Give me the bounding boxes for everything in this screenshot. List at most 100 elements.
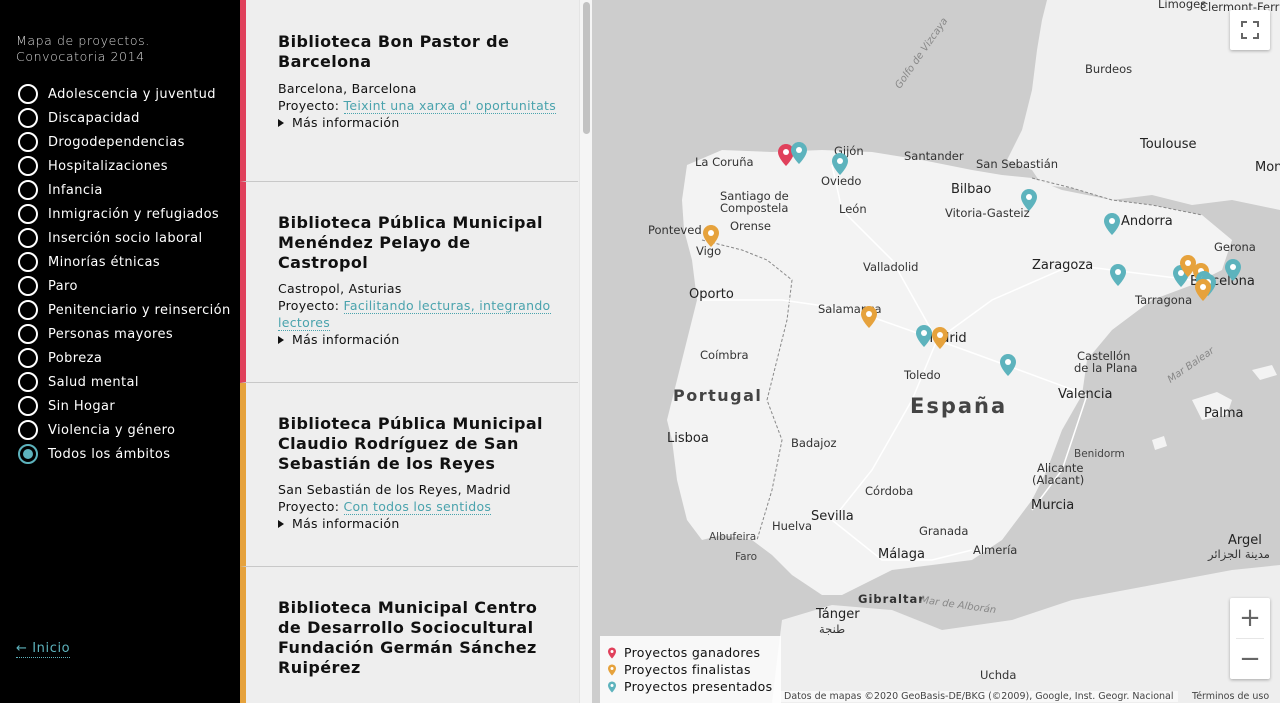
map-label-faro: Faro [735, 551, 758, 563]
project-location: Barcelona, Barcelona [278, 81, 417, 96]
pin-red-icon [608, 647, 616, 658]
map-pin-finalista[interactable] [861, 306, 877, 328]
map-label-almeria: Almería [973, 543, 1018, 557]
filter-label: Inmigración y refugiados [48, 206, 220, 222]
zoom-out-button[interactable]: − [1230, 639, 1270, 679]
map-label-granada: Granada [919, 524, 969, 538]
map-label-vitoria: Vitoria-Gasteiz [945, 206, 1030, 220]
filter-item-hospitalizaciones[interactable]: Hospitalizaciones [18, 154, 231, 178]
project-line: Proyecto: Teixint una xarxa d' oportunit… [278, 97, 558, 114]
radio-icon[interactable] [18, 252, 38, 272]
filter-item-inmigracion[interactable]: Inmigración y refugiados [18, 202, 231, 226]
map-label-oporto: Oporto [689, 287, 734, 302]
filter-item-personas-mayores[interactable]: Personas mayores [18, 322, 231, 346]
project-list: Biblioteca Bon Pastor de Barcelona Barce… [240, 0, 592, 703]
scrollbar-thumb[interactable] [583, 2, 590, 134]
filter-label: Adolescencia y juventud [48, 86, 216, 102]
filter-label: Hospitalizaciones [48, 158, 168, 174]
map-label-benidorm: Benidorm [1074, 448, 1125, 460]
more-info-toggle[interactable]: Más información [278, 331, 558, 348]
radio-icon[interactable] [18, 204, 38, 224]
filter-item-drogodependencias[interactable]: Drogodependencias [18, 130, 231, 154]
radio-icon[interactable] [18, 228, 38, 248]
home-link[interactable]: ← Inicio [16, 641, 71, 658]
filter-item-infancia[interactable]: Infancia [18, 178, 231, 202]
project-card: Biblioteca Municipal Centro de Desarroll… [240, 567, 578, 703]
project-location: Castropol, Asturias [278, 281, 402, 296]
map-label-toulouse: Toulouse [1140, 137, 1197, 152]
filter-item-violencia[interactable]: Violencia y género [18, 418, 231, 442]
page-title-line1: Mapa de proyectos. [16, 33, 150, 48]
map-label-leon: León [839, 202, 867, 216]
radio-icon[interactable] [18, 84, 38, 104]
project-title: Biblioteca Bon Pastor de Barcelona [278, 32, 510, 71]
map-label-argel: Argel [1228, 533, 1262, 548]
radio-icon[interactable] [18, 300, 38, 320]
map-label-zaragoza: Zaragoza [1032, 258, 1094, 273]
radio-icon[interactable] [18, 156, 38, 176]
map-pin-finalista[interactable] [932, 327, 948, 349]
project-card: Biblioteca Pública Municipal Menéndez Pe… [240, 182, 578, 383]
filter-item-discapacidad[interactable]: Discapacidad [18, 106, 231, 130]
map-pin-presentado[interactable] [1110, 264, 1126, 286]
radio-icon[interactable] [18, 276, 38, 296]
more-info-toggle[interactable]: Más información [278, 515, 558, 532]
fullscreen-button[interactable] [1230, 10, 1270, 50]
map-pin-presentado[interactable] [1225, 259, 1241, 281]
map-pin-presentado[interactable] [1104, 213, 1120, 235]
scrollbar[interactable] [579, 0, 592, 703]
map-label-coimbra: Coímbra [700, 348, 749, 362]
filter-label: Personas mayores [48, 326, 174, 342]
map-label-orense: Orense [730, 219, 771, 233]
more-info-toggle[interactable]: Más información [278, 114, 558, 131]
map-label-malaga: Málaga [878, 547, 925, 562]
map-label-montpellier: Mont [1255, 160, 1280, 175]
legend-item-ganadores: Proyectos ganadores [608, 644, 781, 661]
map-pin-presentado[interactable] [916, 325, 932, 347]
filter-item-sin-hogar[interactable]: Sin Hogar [18, 394, 231, 418]
page-title-line2: Convocatoria 2014 [16, 49, 145, 64]
radio-icon[interactable] [18, 348, 38, 368]
radio-icon[interactable] [18, 324, 38, 344]
radio-icon[interactable] [18, 420, 38, 440]
filter-item-adolescencia[interactable]: Adolescencia y juventud [18, 82, 231, 106]
filter-label: Infancia [48, 182, 103, 198]
map-label-lacoruna: La Coruña [695, 155, 754, 169]
filter-item-insercion[interactable]: Inserción socio laboral [18, 226, 231, 250]
radio-icon[interactable] [18, 132, 38, 152]
project-prefix: Proyecto: [278, 98, 344, 113]
radio-icon[interactable] [18, 108, 38, 128]
filter-item-pobreza[interactable]: Pobreza [18, 346, 231, 370]
filter-item-todos[interactable]: Todos los ámbitos [18, 442, 231, 466]
map-pin-presentado[interactable] [791, 142, 807, 164]
filter-item-paro[interactable]: Paro [18, 274, 231, 298]
radio-checked-icon[interactable] [18, 444, 38, 464]
project-title: Biblioteca Pública Municipal Claudio Rod… [278, 414, 543, 473]
terms-link[interactable]: Términos de uso [1192, 691, 1269, 702]
triangle-right-icon [278, 118, 284, 127]
map-pin-presentado[interactable] [1021, 189, 1037, 211]
project-prefix: Proyecto: [278, 499, 344, 514]
map-label-murcia: Murcia [1031, 498, 1075, 513]
radio-icon[interactable] [18, 372, 38, 392]
filter-label: Drogodependencias [48, 134, 185, 150]
map-pin-presentado[interactable] [832, 153, 848, 175]
more-info-label: Más información [292, 332, 400, 347]
map[interactable]: Limoges Clermont-Ferrand Burdeos Golfo d… [592, 0, 1280, 703]
radio-icon[interactable] [18, 180, 38, 200]
map-pin-finalista[interactable] [703, 225, 719, 247]
filter-item-salud-mental[interactable]: Salud mental [18, 370, 231, 394]
legend-label: Proyectos ganadores [624, 645, 761, 660]
project-line: Proyecto: Con todos los sentidos [278, 498, 558, 515]
map-pin-finalista[interactable] [1195, 279, 1211, 301]
filter-item-minorias[interactable]: Minorías étnicas [18, 250, 231, 274]
project-link[interactable]: Con todos los sentidos [343, 499, 492, 515]
map-label-sansebastian: San Sebastián [976, 157, 1059, 171]
map-pin-presentado[interactable] [1000, 354, 1016, 376]
filter-label: Penitenciario y reinserción [48, 302, 231, 318]
map-label-uchda: Uchda [980, 668, 1017, 682]
filter-item-penitenciario[interactable]: Penitenciario y reinserción [18, 298, 231, 322]
radio-icon[interactable] [18, 396, 38, 416]
zoom-in-button[interactable]: + [1230, 598, 1270, 638]
project-link[interactable]: Teixint una xarxa d' oportunitats [343, 98, 557, 114]
